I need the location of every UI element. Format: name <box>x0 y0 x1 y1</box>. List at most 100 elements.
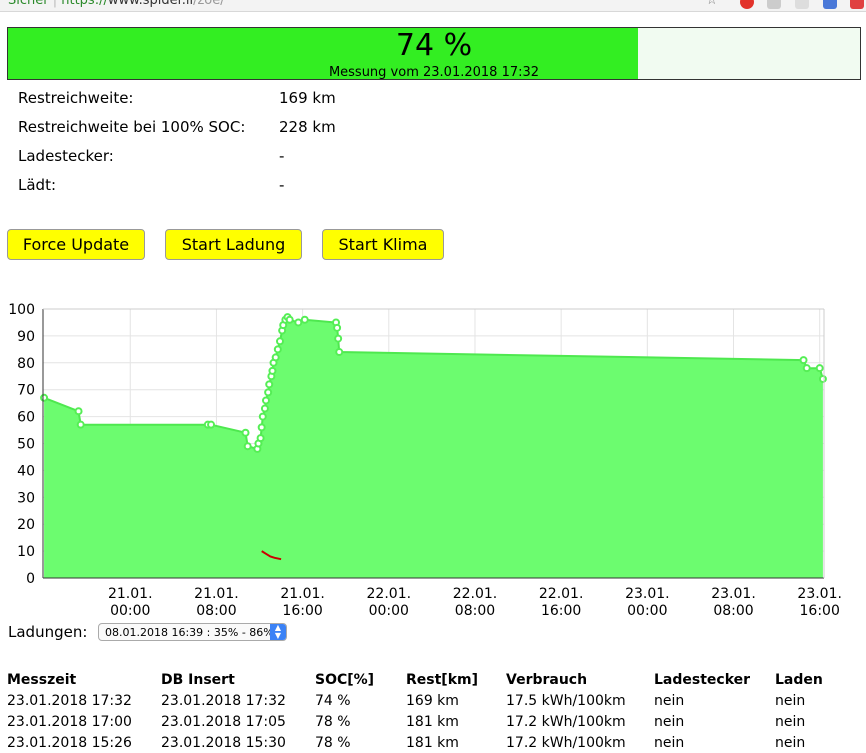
data-point <box>818 374 827 383</box>
notes-extension-icon[interactable] <box>795 0 809 9</box>
table-cell: nein <box>775 734 806 751</box>
data-point <box>256 434 265 443</box>
table-cell: nein <box>654 692 685 709</box>
ladungen-selected-value: 08.01.2018 16:39 : 35% - 86% <box>105 626 274 639</box>
url-path: /zoe/ <box>193 0 225 8</box>
table-cell: 17.2 kWh/100km <box>506 734 626 751</box>
data-point <box>74 407 83 416</box>
soc-measurement-time: Messung vom 23.01.2018 17:32 <box>328 65 540 80</box>
info-value: 169 km <box>279 89 336 107</box>
adblock-extension-icon[interactable] <box>740 0 754 9</box>
x-tick-label-time: 16:00 <box>800 603 840 618</box>
table-cell: nein <box>654 713 685 730</box>
x-tick-label-day: 22.01. <box>367 586 412 602</box>
soc-history-chart: 010203040506070809010021.01.00:0021.01.0… <box>8 302 842 618</box>
profile-extension-icon[interactable] <box>850 0 864 9</box>
info-label: Restreichweite bei 100% SOC: <box>18 118 246 136</box>
info-label: Lädt: <box>18 176 57 194</box>
data-point <box>257 423 266 432</box>
force-update-button[interactable]: Force Update <box>7 229 145 260</box>
x-tick-label-time: 08:00 <box>713 603 753 618</box>
x-tick-label-day: 23.01. <box>625 586 670 602</box>
table-cell: 23.01.2018 17:32 <box>7 692 132 709</box>
x-tick-label-day: 21.01. <box>194 586 239 602</box>
data-point <box>261 396 270 405</box>
table-cell: 181 km <box>406 734 459 751</box>
table-cell: 23.01.2018 17:05 <box>161 713 286 730</box>
x-tick-label-time: 00:00 <box>110 603 150 618</box>
x-tick-label-day: 22.01. <box>453 586 498 602</box>
table-cell: 23.01.2018 15:26 <box>7 734 132 751</box>
url-text[interactable]: Sicher | https://www.spider.li/zoe/ <box>8 0 225 8</box>
data-point <box>258 412 267 421</box>
table-cell: 181 km <box>406 713 459 730</box>
y-tick-label: 30 <box>17 490 35 506</box>
data-point <box>335 348 344 357</box>
data-point <box>271 353 280 362</box>
column-header: DB Insert <box>161 671 235 688</box>
x-tick-label-day: 21.01. <box>108 586 153 602</box>
y-tick-label: 40 <box>17 463 35 479</box>
data-point <box>815 364 824 373</box>
data-point <box>275 337 284 346</box>
y-tick-label: 10 <box>17 544 35 560</box>
table-cell: 78 % <box>315 713 351 730</box>
select-arrows-icon: ▲ ▼ <box>270 624 286 640</box>
data-point <box>243 442 252 451</box>
y-tick-label: 60 <box>17 410 35 426</box>
y-tick-label: 90 <box>17 329 35 345</box>
measurement-table: Messzeit DB Insert SOC[%] Rest[km] Verbr… <box>7 669 845 753</box>
info-value: - <box>279 147 285 165</box>
table-cell: 17.2 kWh/100km <box>506 713 626 730</box>
data-point <box>273 345 282 354</box>
x-tick-label-day: 22.01. <box>539 586 584 602</box>
soc-area <box>44 317 823 578</box>
x-tick-label-day: 23.01. <box>711 586 756 602</box>
ladungen-select[interactable]: 08.01.2018 16:39 : 35% - 86% ▲ ▼ <box>98 623 287 641</box>
screenshot-extension-icon[interactable] <box>767 0 781 9</box>
x-tick-label-day: 23.01. <box>797 586 842 602</box>
ladungen-label: Ladungen: <box>8 623 88 641</box>
start-climate-button[interactable]: Start Klima <box>322 229 444 260</box>
info-value: - <box>279 176 285 194</box>
data-point <box>76 420 85 429</box>
data-point <box>260 404 269 413</box>
soc-percent-value: 74 % <box>395 28 473 63</box>
table-cell: 23.01.2018 17:32 <box>161 692 286 709</box>
column-header: Verbrauch <box>506 671 588 688</box>
browser-address-bar[interactable]: Sicher | https://www.spider.li/zoe/ ☆ <box>0 0 866 12</box>
table-cell: nein <box>775 692 806 709</box>
column-header: Rest[km] <box>406 671 478 688</box>
data-point <box>285 315 294 324</box>
data-point <box>268 366 277 375</box>
y-tick-label: 100 <box>8 302 35 318</box>
table-row: 23.01.2018 17:32 23.01.2018 17:32 74 % 1… <box>7 690 845 711</box>
x-tick-label-time: 00:00 <box>627 603 667 618</box>
table-row: 23.01.2018 17:00 23.01.2018 17:05 78 % 1… <box>7 711 845 732</box>
table-cell: 78 % <box>315 734 351 751</box>
column-header: Laden <box>775 671 823 688</box>
data-point <box>799 356 808 365</box>
y-tick-label: 80 <box>17 356 35 372</box>
url-host: www.spider.li <box>107 0 194 8</box>
start-charging-button[interactable]: Start Ladung <box>165 229 302 260</box>
data-point <box>334 334 343 343</box>
column-header: Messzeit <box>7 671 77 688</box>
url-scheme: https:// <box>61 0 108 8</box>
table-header-row: Messzeit DB Insert SOC[%] Rest[km] Verbr… <box>7 669 845 690</box>
data-point <box>40 393 49 402</box>
y-tick-label: 0 <box>26 571 35 587</box>
table-row: 23.01.2018 15:26 23.01.2018 15:30 78 % 1… <box>7 732 845 753</box>
y-tick-label: 20 <box>17 517 35 533</box>
table-cell: nein <box>654 734 685 751</box>
table-cell: nein <box>775 713 806 730</box>
secure-label: Sicher <box>8 0 49 8</box>
x-tick-label-time: 08:00 <box>196 603 236 618</box>
data-point <box>300 315 309 324</box>
data-point <box>264 388 273 397</box>
x-tick-label-time: 08:00 <box>455 603 495 618</box>
data-point <box>802 364 811 373</box>
bookmark-star-icon[interactable]: ☆ <box>706 0 720 8</box>
bookmark-extension-icon[interactable] <box>823 0 837 9</box>
x-tick-label-time: 16:00 <box>282 603 322 618</box>
